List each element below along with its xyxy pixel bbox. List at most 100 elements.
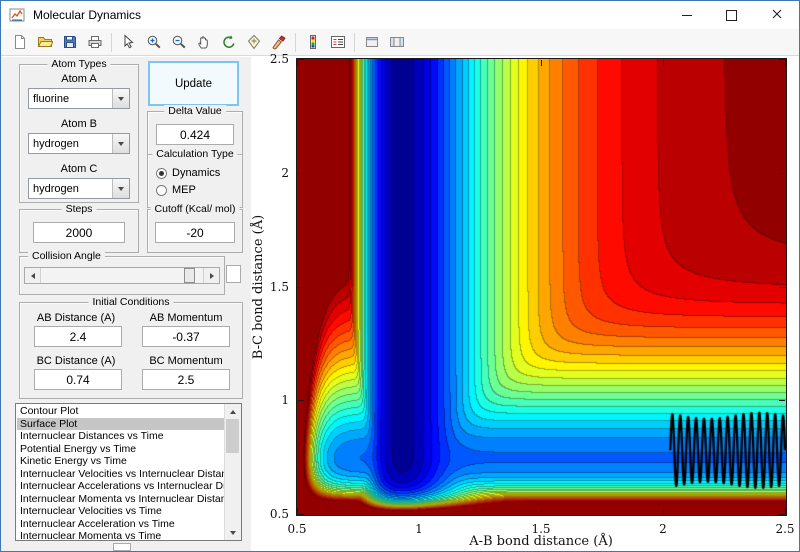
list-item[interactable]: Internuclear Distances vs Time [17, 430, 224, 443]
tick-mark [298, 173, 304, 174]
insert-colorbar-button[interactable] [300, 30, 325, 55]
print-figure-icon [87, 34, 103, 50]
zoom-in-button[interactable] [141, 30, 166, 55]
list-item[interactable]: Internuclear Velocities vs Time [17, 505, 224, 518]
toolbar-separator [111, 33, 112, 52]
maximize-button[interactable] [709, 1, 754, 29]
panel-cutoff-title: Cutoff (Kcal/ mol) [151, 203, 240, 216]
y-tick-label: 0.5 [257, 507, 289, 521]
scroll-up-icon[interactable] [225, 404, 241, 419]
steps-field[interactable] [33, 222, 125, 243]
atom-b-label: Atom B [20, 118, 138, 130]
maximize-icon [726, 10, 737, 21]
atom-b-select[interactable]: hydrogen [28, 133, 130, 154]
zoom-out-button[interactable] [166, 30, 191, 55]
open-file-icon [37, 34, 53, 50]
x-tick-label: 2.5 [768, 522, 800, 536]
slider-thumb[interactable] [184, 268, 195, 283]
list-item[interactable]: Internuclear Momenta vs Internuclear Dis… [17, 493, 224, 506]
edit-plot-icon [121, 34, 137, 50]
tick-mark [298, 514, 304, 515]
tick-mark [297, 60, 298, 66]
tick-mark [779, 287, 785, 288]
insert-legend-button[interactable] [325, 30, 350, 55]
y-tick-label: 2 [257, 166, 289, 180]
panel-calculation-type: Calculation Type DynamicsMEP [147, 154, 243, 208]
list-item[interactable]: Internuclear Momenta vs Time [17, 530, 224, 540]
plot-type-list: Contour PlotSurface PlotInternuclear Dis… [17, 405, 224, 540]
ab-distance-label: AB Distance (A) [24, 312, 128, 324]
app-icon [9, 7, 25, 23]
panel-initial-title: Initial Conditions [88, 296, 173, 309]
panel-atom-types-title: Atom Types [47, 58, 110, 71]
radio-label: MEP [172, 184, 196, 196]
scrollbar-thumb[interactable] [226, 419, 239, 453]
app-window: Molecular Dynamics Atom Types Atom A flu… [0, 0, 800, 552]
toolbar [1, 29, 799, 56]
edit-plot-button[interactable] [116, 30, 141, 55]
bc-distance-field[interactable] [34, 369, 122, 390]
plot-axes-box [296, 58, 787, 516]
slider-left-arrow-icon[interactable] [25, 268, 41, 283]
collision-angle-slider[interactable] [24, 267, 220, 284]
list-item[interactable]: Kinetic Energy vs Time [17, 455, 224, 468]
tick-mark [541, 60, 542, 66]
bc-momentum-field[interactable] [142, 369, 230, 390]
new-figure-icon [12, 34, 28, 50]
slider-right-arrow-icon[interactable] [203, 268, 219, 283]
new-figure-button[interactable] [7, 30, 32, 55]
collision-angle-edit[interactable] [226, 265, 241, 283]
minimize-button[interactable] [664, 1, 709, 29]
atom-c-select[interactable]: hydrogen [28, 178, 130, 199]
save-figure-button[interactable] [57, 30, 82, 55]
x-tick-label: 1.5 [524, 522, 558, 536]
tick-mark [779, 59, 785, 60]
list-item[interactable]: Internuclear Velocities vs Internuclear … [17, 468, 224, 481]
brush-button[interactable] [266, 30, 291, 55]
close-button[interactable] [754, 1, 799, 29]
scroll-down-icon[interactable] [225, 525, 241, 540]
atom-b-value: hydrogen [29, 138, 112, 150]
tick-mark [541, 508, 542, 514]
chevron-down-icon [112, 179, 129, 198]
ab-momentum-label: AB Momentum [136, 312, 236, 324]
delta-value-field[interactable] [156, 124, 234, 145]
x-tick-label: 2 [646, 522, 680, 536]
atom-a-select[interactable]: fluorine [28, 88, 130, 109]
update-button[interactable]: Update [148, 61, 239, 106]
panel-collision-angle: Collision Angle [19, 256, 225, 295]
list-item[interactable]: Internuclear Acceleration vs Time [17, 518, 224, 531]
open-file-button[interactable] [32, 30, 57, 55]
list-item[interactable]: Potential Energy vs Time [17, 443, 224, 456]
title-bar: Molecular Dynamics [1, 1, 799, 29]
cutoff-field[interactable] [155, 222, 235, 243]
pan-button[interactable] [191, 30, 216, 55]
rotate-3d-button[interactable] [216, 30, 241, 55]
atom-c-label: Atom C [20, 163, 138, 175]
ab-distance-field[interactable] [34, 326, 122, 347]
panel-delta-title: Delta Value [164, 105, 226, 118]
radio-dynamics[interactable]: Dynamics [156, 166, 220, 180]
panel-collision-title: Collision Angle [28, 250, 105, 263]
clipped-control[interactable] [113, 543, 131, 551]
data-cursor-button[interactable] [241, 30, 266, 55]
bc-momentum-label: BC Momentum [136, 355, 236, 367]
x-tick-label: 1 [402, 522, 436, 536]
save-figure-icon [62, 34, 78, 50]
list-item[interactable]: Surface Plot [17, 418, 224, 431]
panel-steps-title: Steps [62, 203, 97, 216]
radio-mep[interactable]: MEP [156, 183, 196, 197]
hide-plot-tools-button[interactable] [359, 30, 384, 55]
tick-mark [419, 508, 420, 514]
list-item[interactable]: Contour Plot [17, 405, 224, 418]
brush-icon [271, 34, 287, 50]
listbox-scrollbar[interactable] [224, 404, 241, 540]
print-figure-button[interactable] [82, 30, 107, 55]
ab-momentum-field[interactable] [142, 326, 230, 347]
tick-mark [298, 59, 304, 60]
hide-plot-tools-icon [364, 34, 380, 50]
slider-track[interactable] [41, 268, 203, 283]
list-item[interactable]: Internuclear Accelerations vs Internucle… [17, 480, 224, 493]
show-plot-tools-button[interactable] [384, 30, 409, 55]
panel-initial-conditions: Initial Conditions AB Distance (A) AB Mo… [19, 302, 243, 399]
